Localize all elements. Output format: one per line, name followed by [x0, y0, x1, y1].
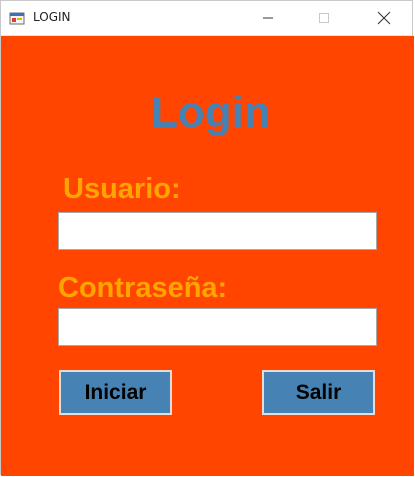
close-button[interactable] — [361, 1, 407, 35]
minimize-button[interactable] — [245, 1, 291, 35]
form-body: Login Usuario: Contraseña: Iniciar Salir — [1, 36, 414, 476]
maximize-button[interactable] — [301, 1, 347, 35]
login-window: LOGIN Login Usuario: Contraseña: Iniciar… — [0, 0, 414, 476]
exit-button[interactable]: Salir — [262, 370, 375, 415]
login-button[interactable]: Iniciar — [59, 370, 172, 415]
minimize-icon — [263, 17, 273, 19]
page-title: Login — [151, 88, 271, 137]
window-title: LOGIN — [33, 10, 71, 24]
username-field[interactable] — [58, 212, 377, 250]
password-field[interactable] — [58, 308, 377, 346]
close-icon — [377, 11, 391, 25]
maximize-icon — [319, 13, 329, 23]
title-bar[interactable]: LOGIN — [1, 1, 412, 36]
app-icon — [9, 10, 25, 26]
username-label: Usuario: — [63, 173, 181, 205]
password-label: Contraseña: — [58, 272, 228, 304]
